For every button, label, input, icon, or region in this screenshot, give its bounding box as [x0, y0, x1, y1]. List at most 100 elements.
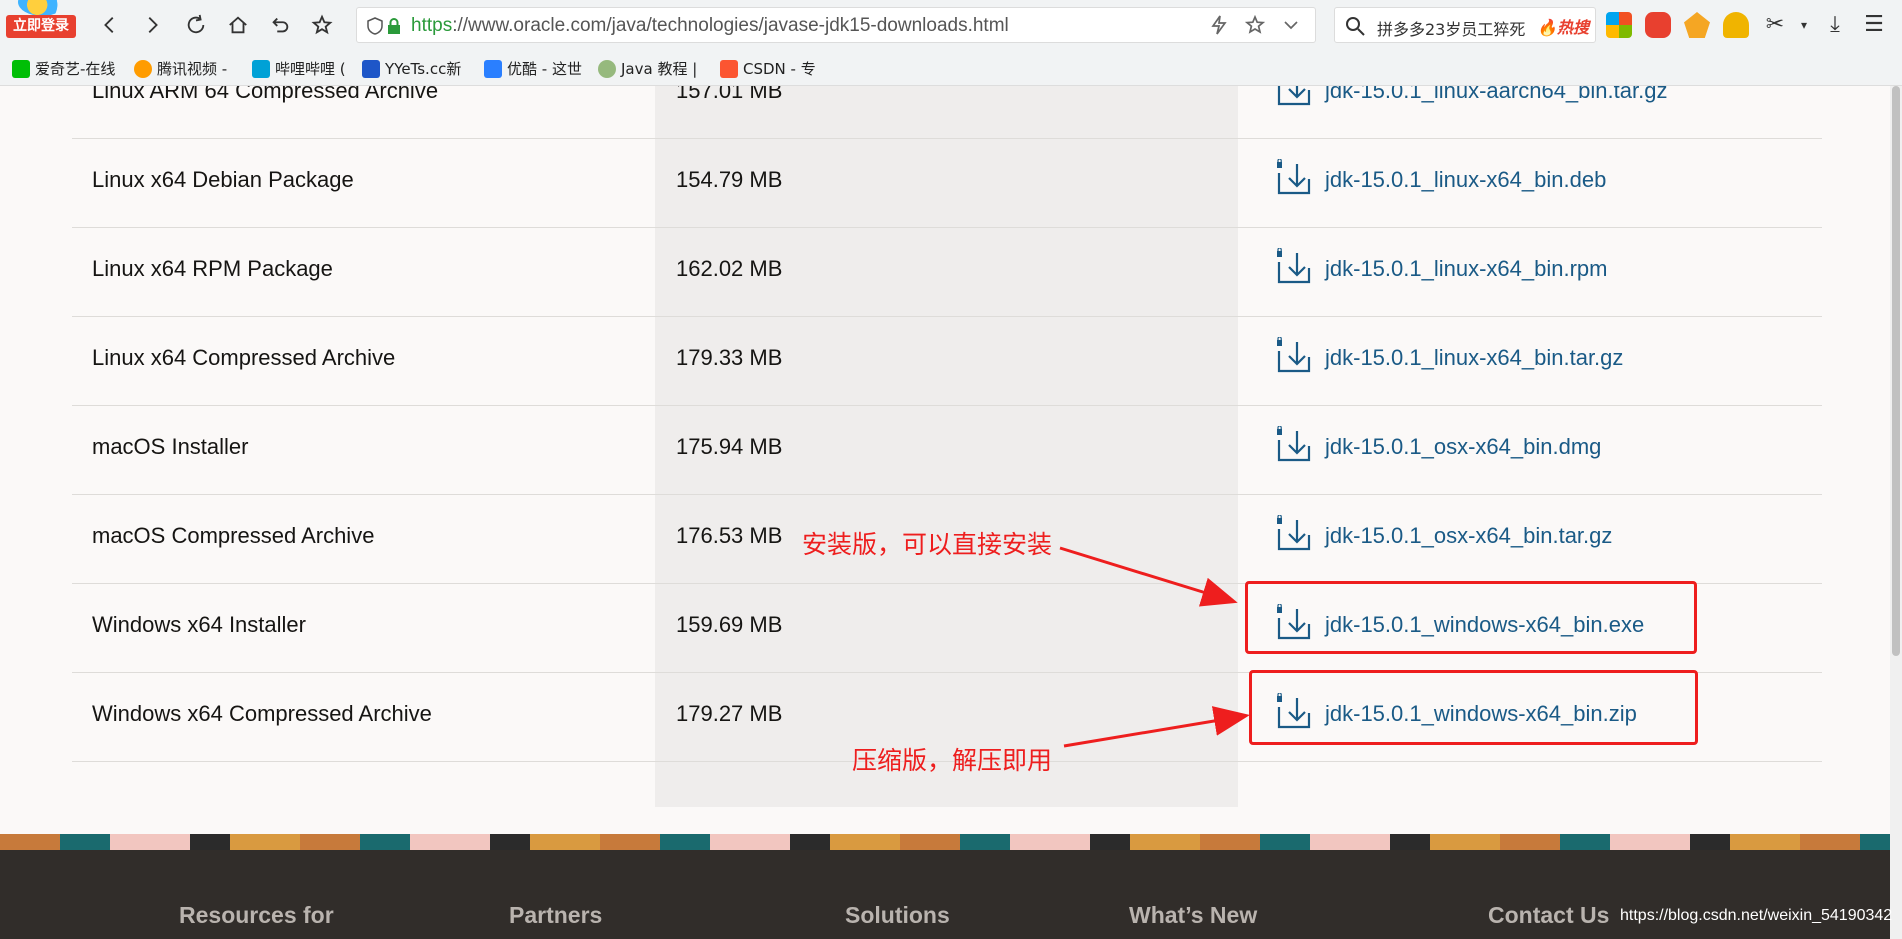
- search-input[interactable]: 拼多多23岁员工猝死 🔥热搜: [1334, 7, 1596, 43]
- forward-button[interactable]: [138, 11, 166, 39]
- download-link[interactable]: jdk-15.0.1_osx-x64_bin.tar.gz: [1325, 523, 1612, 549]
- back-button[interactable]: [96, 11, 124, 39]
- tencent-video-icon: [134, 59, 152, 78]
- bookmarks-bar: 爱奇艺-在线 腾讯视频 - 哔哩哔哩 ( YYeTs.cc新 优酷 - 这世 J…: [0, 50, 1902, 86]
- reload-button[interactable]: [182, 11, 210, 39]
- bookmark-runoob[interactable]: Java 教程 |: [598, 58, 697, 79]
- download-icon[interactable]: [1275, 248, 1313, 286]
- bookmark-label: YYeTs.cc新: [385, 60, 462, 78]
- product-name: Linux x64 Debian Package: [92, 167, 354, 192]
- download-link[interactable]: jdk-15.0.1_linux-x64_bin.rpm: [1325, 256, 1608, 282]
- file-size: 179.27 MB: [676, 701, 783, 726]
- download-manager-icon[interactable]: ⤓: [1822, 12, 1848, 38]
- download-link[interactable]: jdk-15.0.1_linux-x64_bin.deb: [1325, 167, 1606, 193]
- lightning-icon[interactable]: [1209, 15, 1229, 35]
- bookmark-yyets[interactable]: YYeTs.cc新: [362, 58, 461, 79]
- bookmark-label: 优酷 - 这世: [507, 60, 582, 78]
- product-name: Linux x64 RPM Package: [92, 256, 333, 281]
- url-scheme: https: [411, 15, 453, 36]
- chevron-left-icon: [104, 17, 114, 33]
- bilibili-icon: [252, 59, 270, 78]
- download-row: Linux ARM 64 Compressed Archive 157.01 MB…: [72, 86, 1822, 139]
- bookmark-youku[interactable]: 优酷 - 这世: [484, 58, 582, 79]
- scissors-dropdown-icon[interactable]: ▾: [1801, 12, 1809, 38]
- file-size: 179.33 MB: [676, 345, 783, 370]
- footer-heading-partners[interactable]: Partners: [509, 902, 602, 929]
- hot-search-badge[interactable]: 🔥热搜: [1537, 14, 1589, 38]
- file-size: 157.01 MB: [676, 86, 783, 103]
- download-row: Linux x64 RPM Package 162.02 MB jdk-15.0.1…: [72, 228, 1822, 317]
- reload-icon: [187, 14, 205, 34]
- file-size: 162.02 MB: [676, 256, 783, 281]
- bookmark-label: 爱奇艺-在线: [35, 60, 116, 78]
- scrollbar-thumb[interactable]: [1892, 86, 1900, 656]
- search-icon: [1346, 17, 1365, 36]
- csdn-watermark: https://blog.csdn.net/weixin_54190342: [1620, 907, 1893, 924]
- address-bar[interactable]: https://www.oracle.com/java/technologies…: [356, 7, 1316, 43]
- hot-search-label: 热搜: [1556, 18, 1589, 37]
- download-icon[interactable]: [1275, 159, 1313, 197]
- footer-heading-solutions[interactable]: Solutions: [845, 902, 950, 929]
- download-icon[interactable]: [1275, 426, 1313, 464]
- chevron-down-icon[interactable]: [1281, 15, 1301, 35]
- download-icon[interactable]: [1275, 515, 1313, 553]
- menu-icon[interactable]: ☰: [1861, 12, 1887, 38]
- bookmark-star-button[interactable]: [308, 11, 336, 39]
- page-scrollbar[interactable]: [1890, 86, 1902, 939]
- home-button[interactable]: [224, 11, 252, 39]
- runoob-icon: [598, 59, 616, 78]
- url-path: ://www.oracle.com/java/technologies/java…: [452, 15, 1009, 36]
- site-footer: Resources for Partners Solutions What’s …: [0, 850, 1890, 939]
- product-name: Windows x64 Compressed Archive: [92, 701, 432, 726]
- bookmark-bilibili[interactable]: 哔哩哔哩 (: [252, 58, 346, 79]
- download-link[interactable]: jdk-15.0.1_linux-aarch64_bin.tar.gz: [1325, 86, 1667, 104]
- product-name: macOS Compressed Archive: [92, 523, 375, 548]
- download-icon[interactable]: [1275, 86, 1313, 108]
- url-text[interactable]: https://www.oracle.com/java/technologies…: [411, 15, 1009, 37]
- home-icon: [229, 16, 247, 34]
- footer-heading-resources[interactable]: Resources for: [179, 902, 334, 929]
- footer-heading-whats-new[interactable]: What’s New: [1129, 902, 1257, 929]
- product-name: Linux ARM 64 Compressed Archive: [92, 86, 439, 103]
- downloads-table: Linux ARM 64 Compressed Archive 157.01 MB…: [72, 86, 1822, 807]
- file-size: 159.69 MB: [676, 612, 783, 637]
- cheetah-icon[interactable]: [1723, 12, 1749, 38]
- download-row: macOS Installer 175.94 MB jdk-15.0.1_osx-x…: [72, 406, 1822, 495]
- file-size: 176.53 MB: [676, 523, 783, 548]
- windows-apps-icon[interactable]: [1606, 12, 1632, 38]
- bookmark-tencent-video[interactable]: 腾讯视频 -: [134, 58, 227, 79]
- undo-icon: [272, 17, 289, 33]
- footer-heading-contact[interactable]: Contact Us: [1488, 902, 1609, 929]
- product-name: Linux x64 Compressed Archive: [92, 345, 396, 370]
- browser-toolbar: 立即登录 https://www.oracle.com/java/technol…: [0, 0, 1902, 50]
- undo-close-tab-button[interactable]: [266, 11, 294, 39]
- product-name: Windows x64 Installer: [92, 612, 306, 637]
- zip-annotation: 压缩版，解压即用: [852, 746, 1053, 775]
- page-content: Linux ARM 64 Compressed Archive 157.01 MB…: [0, 86, 1890, 939]
- avatar-icon: [18, 0, 66, 16]
- zip-highlight-box: [1249, 670, 1698, 745]
- favorite-star-icon[interactable]: [1245, 15, 1265, 35]
- shield-ext-icon[interactable]: [1684, 12, 1710, 38]
- chevron-right-icon: [148, 17, 158, 33]
- shield-icon: [367, 17, 383, 35]
- game-icon[interactable]: [1645, 12, 1671, 38]
- yyets-icon: [362, 59, 380, 78]
- login-button[interactable]: 立即登录: [6, 15, 76, 38]
- bookmark-label: CSDN - 专: [743, 60, 816, 78]
- iqiyi-icon: [12, 59, 30, 78]
- download-icon[interactable]: [1275, 337, 1313, 375]
- bookmark-label: Java 教程 |: [621, 60, 698, 78]
- download-link[interactable]: jdk-15.0.1_osx-x64_bin.dmg: [1325, 434, 1601, 460]
- youku-icon: [484, 59, 502, 78]
- download-link[interactable]: jdk-15.0.1_linux-x64_bin.tar.gz: [1325, 345, 1623, 371]
- file-size: 175.94 MB: [676, 434, 783, 459]
- search-suggestion: 拼多多23岁员工猝死: [1377, 20, 1526, 39]
- footer-decorative-pattern: [0, 834, 1890, 850]
- file-size: 154.79 MB: [676, 167, 783, 192]
- installer-annotation: 安装版，可以直接安装: [802, 530, 1053, 559]
- download-row: Linux x64 Compressed Archive 179.33 MB jdk…: [72, 317, 1822, 406]
- scissors-icon[interactable]: ✂: [1762, 12, 1788, 38]
- bookmark-csdn[interactable]: CSDN - 专: [720, 58, 816, 79]
- bookmark-iqiyi[interactable]: 爱奇艺-在线: [12, 58, 115, 79]
